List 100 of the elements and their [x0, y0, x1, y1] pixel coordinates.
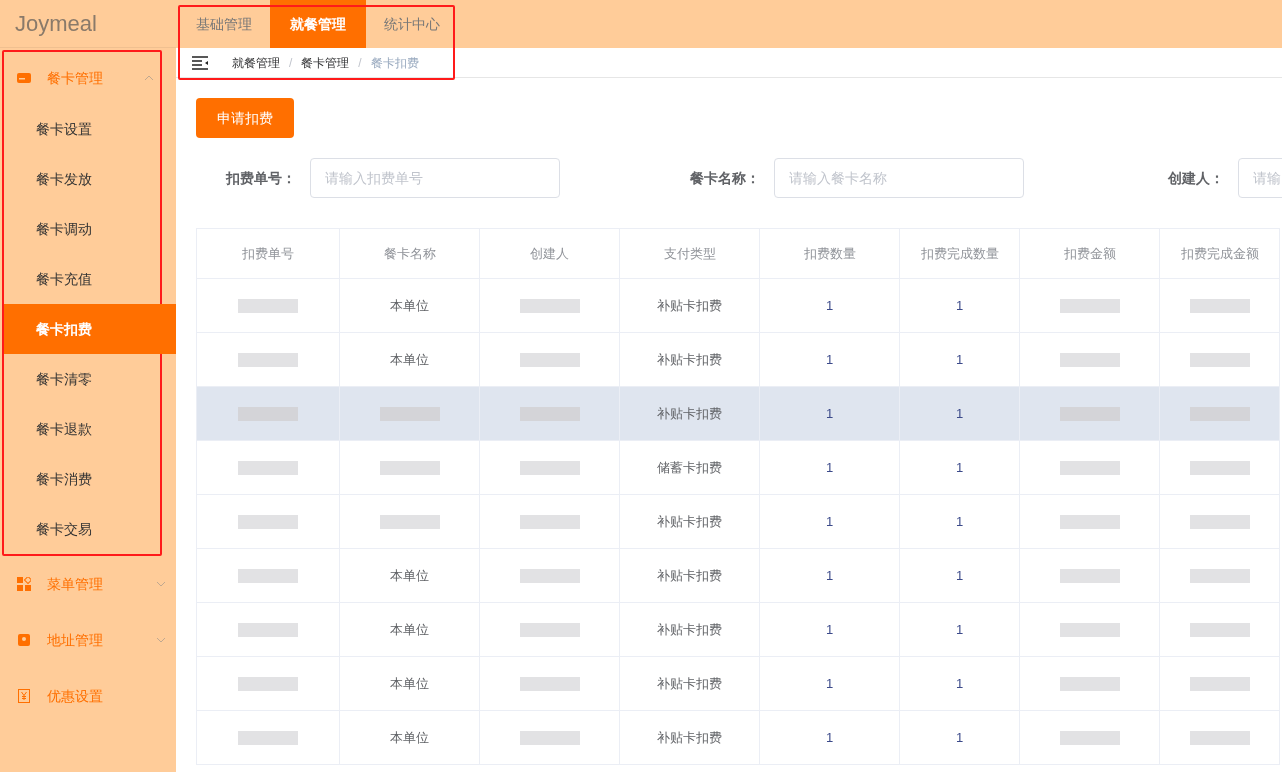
blurred-content: [1059, 352, 1120, 367]
table-cell-text: 1: [955, 566, 964, 585]
column-header: 扣费数量: [803, 244, 856, 263]
filter-label: 扣费单号：: [224, 168, 296, 188]
blurred-content: [1059, 514, 1120, 529]
column-header: 餐卡名称: [383, 244, 436, 263]
table-row[interactable]: 储蓄卡扣费 1 1: [197, 441, 1280, 495]
blurred-content: [519, 514, 580, 529]
breadcrumb-item[interactable]: 餐卡管理: [301, 53, 350, 72]
blurred-content: [519, 622, 580, 637]
location-icon: [17, 633, 31, 647]
filter-label: 餐卡名称：: [689, 168, 760, 188]
blurred-content: [1059, 622, 1120, 637]
table-cell-text: 1: [825, 728, 834, 747]
table-cell-text: 本单位: [390, 296, 429, 315]
blurred-content: [238, 460, 298, 475]
app-logo: Joymeal: [15, 10, 97, 38]
table-cell-text: 补贴卡扣费: [657, 350, 722, 369]
table-cell-text: 本单位: [390, 620, 429, 639]
table-cell-text: 1: [825, 620, 834, 639]
table-cell-text: 本单位: [390, 350, 429, 369]
blurred-content: [238, 298, 298, 313]
table-cell-text: 补贴卡扣费: [657, 620, 722, 639]
blurred-content: [1189, 730, 1250, 745]
blurred-content: [1189, 352, 1250, 367]
table-cell-text: 1: [955, 458, 964, 477]
filter-input[interactable]: 请输入扣费单号: [310, 158, 560, 198]
column-header: 扣费完成金额: [1180, 244, 1259, 263]
chevron-down-icon: [156, 637, 166, 643]
blurred-content: [1059, 730, 1120, 745]
blurred-content: [238, 622, 298, 637]
table-row[interactable]: 本单位 补贴卡扣费 1 1: [197, 711, 1280, 765]
blurred-content: [1059, 676, 1120, 691]
coupon-icon: [17, 689, 31, 703]
sidebar-item[interactable]: 餐卡消费: [4, 454, 160, 504]
table-cell-text: 储蓄卡扣费: [657, 458, 722, 477]
table-cell-text: 1: [825, 350, 834, 369]
table-cell-text: 1: [955, 350, 964, 369]
column-header: 扣费金额: [1063, 244, 1116, 263]
blurred-content: [238, 730, 298, 745]
filter-label: 创建人：: [1167, 168, 1224, 188]
blurred-content: [238, 568, 298, 583]
breadcrumb-separator: /: [358, 54, 362, 72]
blurred-content: [1059, 568, 1120, 583]
sidebar-item[interactable]: 餐卡调动: [4, 204, 160, 254]
menu-icon[interactable]: [192, 55, 208, 70]
blurred-content: [1059, 460, 1120, 475]
sidebar-item[interactable]: 餐卡充值: [4, 254, 160, 304]
table-cell-text: 1: [955, 674, 964, 693]
table-cell-text: 补贴卡扣费: [657, 512, 722, 531]
table-cell-text: 补贴卡扣费: [657, 296, 722, 315]
table-cell-text: 1: [825, 674, 834, 693]
table-cell-text: 1: [955, 620, 964, 639]
blurred-content: [519, 352, 580, 367]
blurred-content: [1189, 568, 1250, 583]
blurred-content: [519, 676, 580, 691]
breadcrumb-item[interactable]: 就餐管理: [232, 53, 280, 72]
filter-input[interactable]: 请输: [1238, 158, 1282, 198]
column-header: 扣费单号: [242, 244, 294, 263]
chevron-down-icon: [156, 581, 166, 587]
table-cell-text: 补贴卡扣费: [657, 674, 722, 693]
sidebar-item[interactable]: 餐卡清零: [4, 354, 160, 404]
blurred-content: [238, 514, 298, 529]
table-row[interactable]: 本单位 补贴卡扣费 1 1: [197, 279, 1280, 333]
table-cell-text: 1: [825, 512, 834, 531]
blurred-content: [379, 514, 440, 529]
filter-input[interactable]: 请输入餐卡名称: [774, 158, 1024, 198]
blurred-content: [1189, 622, 1250, 637]
table-cell-text: 补贴卡扣费: [657, 728, 722, 747]
sidebar-item[interactable]: 餐卡交易: [4, 504, 160, 554]
table-cell-text: 1: [825, 458, 834, 477]
table-row[interactable]: 补贴卡扣费 1 1: [197, 495, 1280, 549]
sidebar-item[interactable]: 餐卡发放: [4, 154, 160, 204]
grid-icon: [17, 577, 31, 591]
table-row[interactable]: 补贴卡扣费 1 1: [197, 387, 1280, 441]
table-row[interactable]: 本单位 补贴卡扣费 1 1: [197, 657, 1280, 711]
sidebar-item[interactable]: 餐卡设置: [4, 104, 160, 154]
table-row[interactable]: 本单位 补贴卡扣费 1 1: [197, 333, 1280, 387]
blurred-content: [519, 460, 580, 475]
blurred-content: [1189, 676, 1250, 691]
chevron-up-icon: [144, 75, 154, 81]
blurred-content: [379, 460, 440, 475]
blurred-content: [519, 568, 580, 583]
table-cell-text: 1: [955, 512, 964, 531]
table-row[interactable]: 本单位 补贴卡扣费 1 1: [197, 549, 1280, 603]
blurred-content: [1189, 298, 1250, 313]
table-cell-text: 本单位: [390, 728, 429, 747]
table-row[interactable]: 本单位 补贴卡扣费 1 1: [197, 603, 1280, 657]
blurred-content: [1189, 460, 1250, 475]
table-cell-text: 1: [825, 566, 834, 585]
card-icon: [17, 71, 31, 85]
table-cell-text: 本单位: [390, 674, 429, 693]
table-cell-text: 1: [955, 728, 964, 747]
blurred-content: [1059, 298, 1120, 313]
table-cell-text: 1: [955, 296, 964, 315]
column-header: 支付类型: [663, 244, 716, 263]
sidebar-item[interactable]: 餐卡退款: [4, 404, 160, 454]
table-cell-text: 补贴卡扣费: [657, 566, 722, 585]
blurred-content: [519, 730, 580, 745]
blurred-content: [519, 298, 580, 313]
